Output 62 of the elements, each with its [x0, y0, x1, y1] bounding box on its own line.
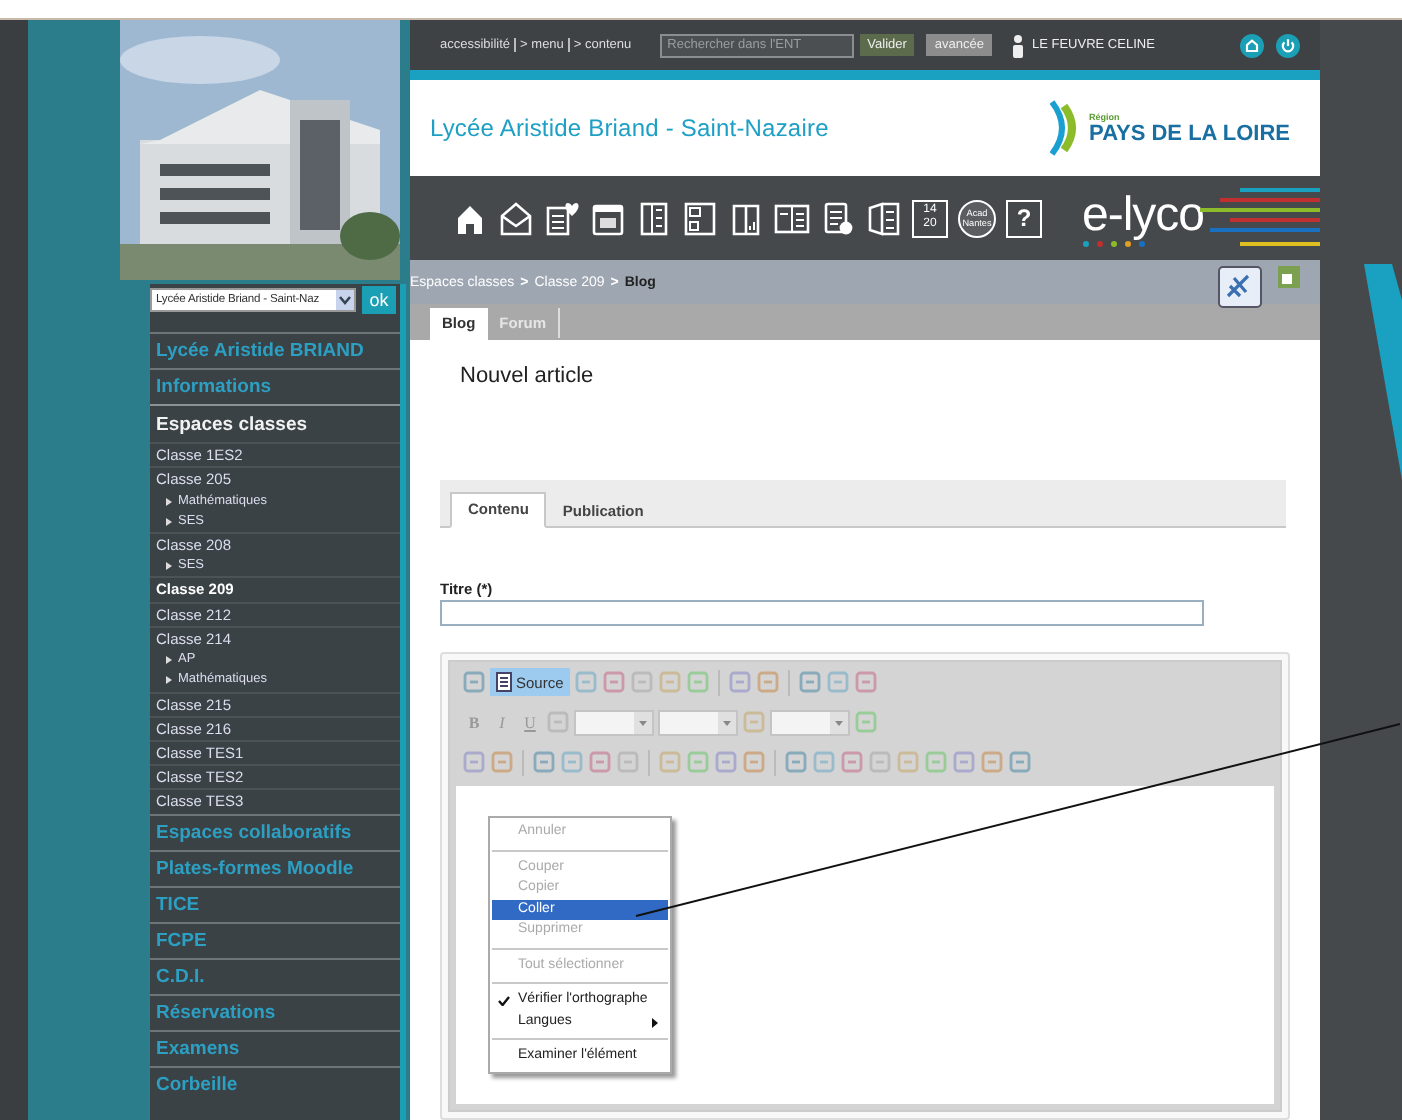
window-icon[interactable] [1278, 265, 1300, 287]
envelope-icon[interactable] [498, 198, 534, 238]
tool-icon[interactable] [812, 750, 836, 775]
document-icon [496, 672, 512, 693]
dropdown-field[interactable] [770, 709, 850, 736]
tool-icon[interactable] [755, 670, 780, 695]
tool-icon[interactable] [490, 750, 514, 775]
tool-icon[interactable] [896, 750, 920, 775]
editor-tool-icon[interactable] [1218, 265, 1262, 307]
dropdown-field[interactable] [574, 709, 654, 736]
bullet-icon [166, 656, 172, 665]
tool-icon[interactable] [686, 750, 710, 775]
folder-icon[interactable] [866, 198, 902, 238]
page-icon[interactable] [682, 198, 718, 238]
tool-icon[interactable] [560, 750, 584, 775]
tool-icon[interactable] [685, 670, 710, 695]
bullet-icon [166, 562, 172, 571]
region-name: PAYS DE LA LOIRE [1089, 121, 1290, 145]
tool-icon[interactable] [784, 750, 808, 775]
tool-icon[interactable] [657, 670, 682, 695]
tool-icon[interactable] [601, 670, 626, 695]
tool-icon[interactable] [840, 750, 864, 775]
tool-icon[interactable] [742, 710, 766, 735]
bullet-icon [166, 497, 172, 506]
title-field[interactable] [440, 600, 1204, 627]
tool-icon[interactable] [868, 750, 892, 775]
tool-icon[interactable] [714, 750, 738, 775]
dropdown-field[interactable] [658, 709, 738, 736]
tool-icon[interactable] [727, 670, 752, 695]
tool-icon[interactable] [980, 750, 1004, 775]
tool-icon[interactable] [588, 750, 612, 775]
school-title: Lycée Aristide Briand - Saint-Nazaire [430, 114, 829, 142]
tool-icon[interactable] [825, 670, 850, 695]
help-button[interactable]: ? [1006, 199, 1042, 237]
tool-icon[interactable] [1008, 750, 1032, 775]
tool-icon[interactable] [952, 750, 976, 775]
binder-icon[interactable] [636, 198, 672, 238]
tool-icon[interactable] [573, 670, 598, 695]
tool-icon[interactable] [532, 750, 556, 775]
tool-icon[interactable] [854, 710, 878, 735]
app-logo: e-lyco [1082, 188, 1205, 244]
page-heading: Nouvel article [460, 364, 596, 388]
tool-icon[interactable] [616, 750, 640, 775]
stripes-drawing [1200, 188, 1320, 248]
document-heart-icon[interactable] [544, 198, 580, 238]
tool-icon[interactable] [546, 710, 570, 735]
bullet-icon [166, 676, 172, 685]
home-icon[interactable] [1240, 33, 1264, 57]
tool-icon[interactable] [462, 750, 486, 775]
power-icon[interactable] [1276, 33, 1300, 57]
tool-icon[interactable] [742, 750, 766, 775]
user-icon [1012, 33, 1024, 57]
tool-icon[interactable] [797, 670, 822, 695]
bullet-icon [166, 517, 172, 526]
clipboard-check-icon[interactable] [820, 198, 856, 238]
tool-icon[interactable] [658, 750, 682, 775]
tool-icon[interactable] [853, 670, 878, 695]
tool-icon[interactable] [462, 670, 486, 695]
dropdown-arrow-icon [336, 290, 354, 310]
tool-icon[interactable] [924, 750, 948, 775]
menu-heading[interactable]: Espaces classes [150, 404, 400, 442]
tool-icon[interactable] [629, 670, 654, 695]
